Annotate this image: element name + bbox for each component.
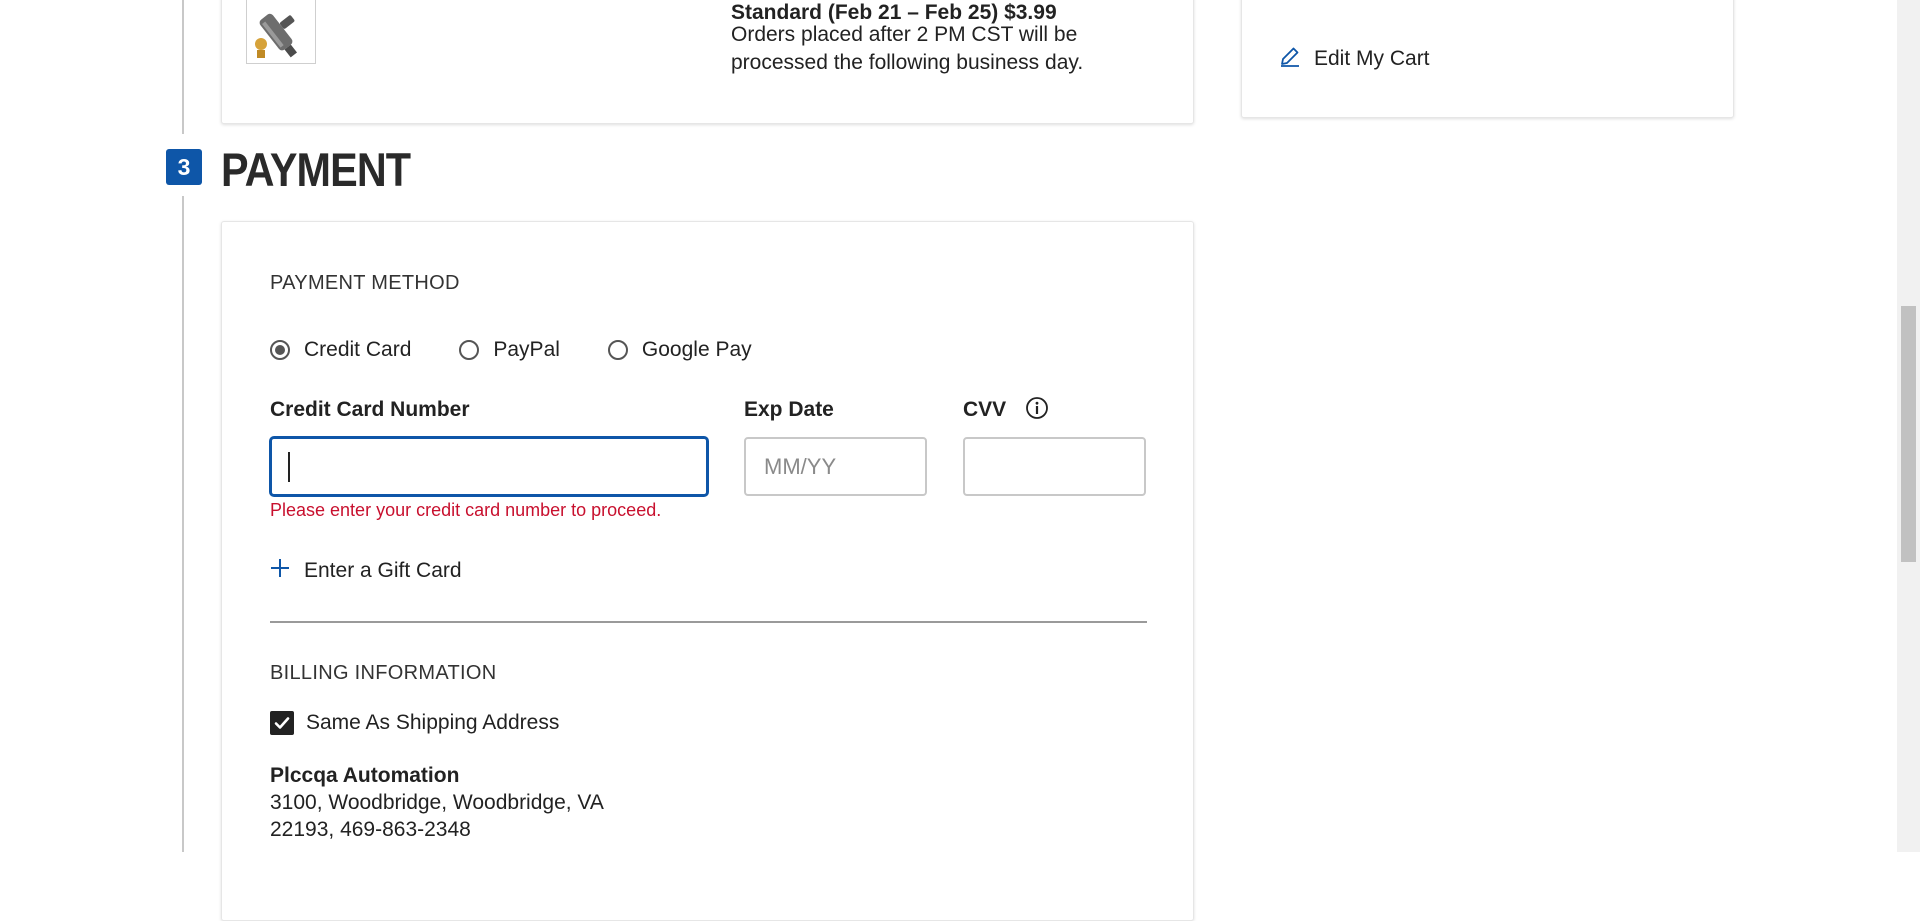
info-icon[interactable] xyxy=(1025,396,1049,425)
checkbox[interactable] xyxy=(270,711,294,735)
radio-paypal[interactable]: PayPal xyxy=(459,338,560,362)
text-cursor xyxy=(288,452,290,482)
exp-date-input[interactable] xyxy=(744,437,927,496)
scrollbar-thumb[interactable] xyxy=(1901,306,1916,562)
plus-icon xyxy=(270,558,290,583)
payment-method-heading: PAYMENT METHOD xyxy=(270,272,460,294)
billing-name: Plccqa Automation xyxy=(270,764,460,787)
order-summary-card: Edit My Cart xyxy=(1241,0,1734,118)
checkbox-label: Same As Shipping Address xyxy=(306,711,560,734)
product-thumbnail xyxy=(246,0,316,64)
pencil-icon xyxy=(1278,44,1302,73)
billing-info-heading: BILLING INFORMATION xyxy=(270,662,497,684)
checkout-step-timeline xyxy=(182,0,184,852)
card-number-label: Credit Card Number xyxy=(270,398,470,421)
edit-cart-link[interactable]: Edit My Cart xyxy=(1278,44,1430,73)
edit-cart-label: Edit My Cart xyxy=(1314,46,1430,70)
page-scrollbar[interactable] xyxy=(1897,0,1920,852)
gift-card-label: Enter a Gift Card xyxy=(304,558,462,582)
same-as-shipping-checkbox[interactable]: Same As Shipping Address xyxy=(270,711,559,735)
shipping-cutoff-note: Orders placed after 2 PM CST will be pro… xyxy=(731,23,1084,74)
radio-label: Google Pay xyxy=(641,338,752,361)
radio-button[interactable] xyxy=(459,340,480,360)
section-title: PAYMENT xyxy=(221,143,411,196)
cvv-label: CVV xyxy=(963,398,1007,421)
radio-credit-card[interactable]: Credit Card xyxy=(270,338,411,362)
payment-method-options: Credit Card PayPal Google Pay xyxy=(270,338,800,362)
section-divider xyxy=(270,621,1147,623)
checkmark-icon xyxy=(274,717,290,729)
shipping-method-card: Standard (Feb 21 – Feb 25) $3.99 Orders … xyxy=(221,0,1194,124)
step-number-badge: 3 xyxy=(166,149,202,185)
radio-label: Credit Card xyxy=(304,338,412,361)
payment-card: PAYMENT METHOD Credit Card PayPal Google… xyxy=(221,221,1194,921)
exp-date-label: Exp Date xyxy=(744,398,834,421)
cvv-input[interactable] xyxy=(963,437,1146,496)
credit-card-number-input[interactable] xyxy=(270,437,708,496)
radio-label: PayPal xyxy=(493,338,560,361)
radio-button[interactable] xyxy=(607,340,628,360)
billing-address-line1: 3100, Woodbridge, Woodbridge, VA xyxy=(270,791,604,814)
billing-address-line2: 22193, 469-863-2348 xyxy=(270,818,471,841)
add-gift-card-button[interactable]: Enter a Gift Card xyxy=(270,558,462,583)
radio-google-pay[interactable]: Google Pay xyxy=(607,338,752,362)
radio-button[interactable] xyxy=(270,340,290,360)
card-number-error: Please enter your credit card number to … xyxy=(270,500,662,520)
